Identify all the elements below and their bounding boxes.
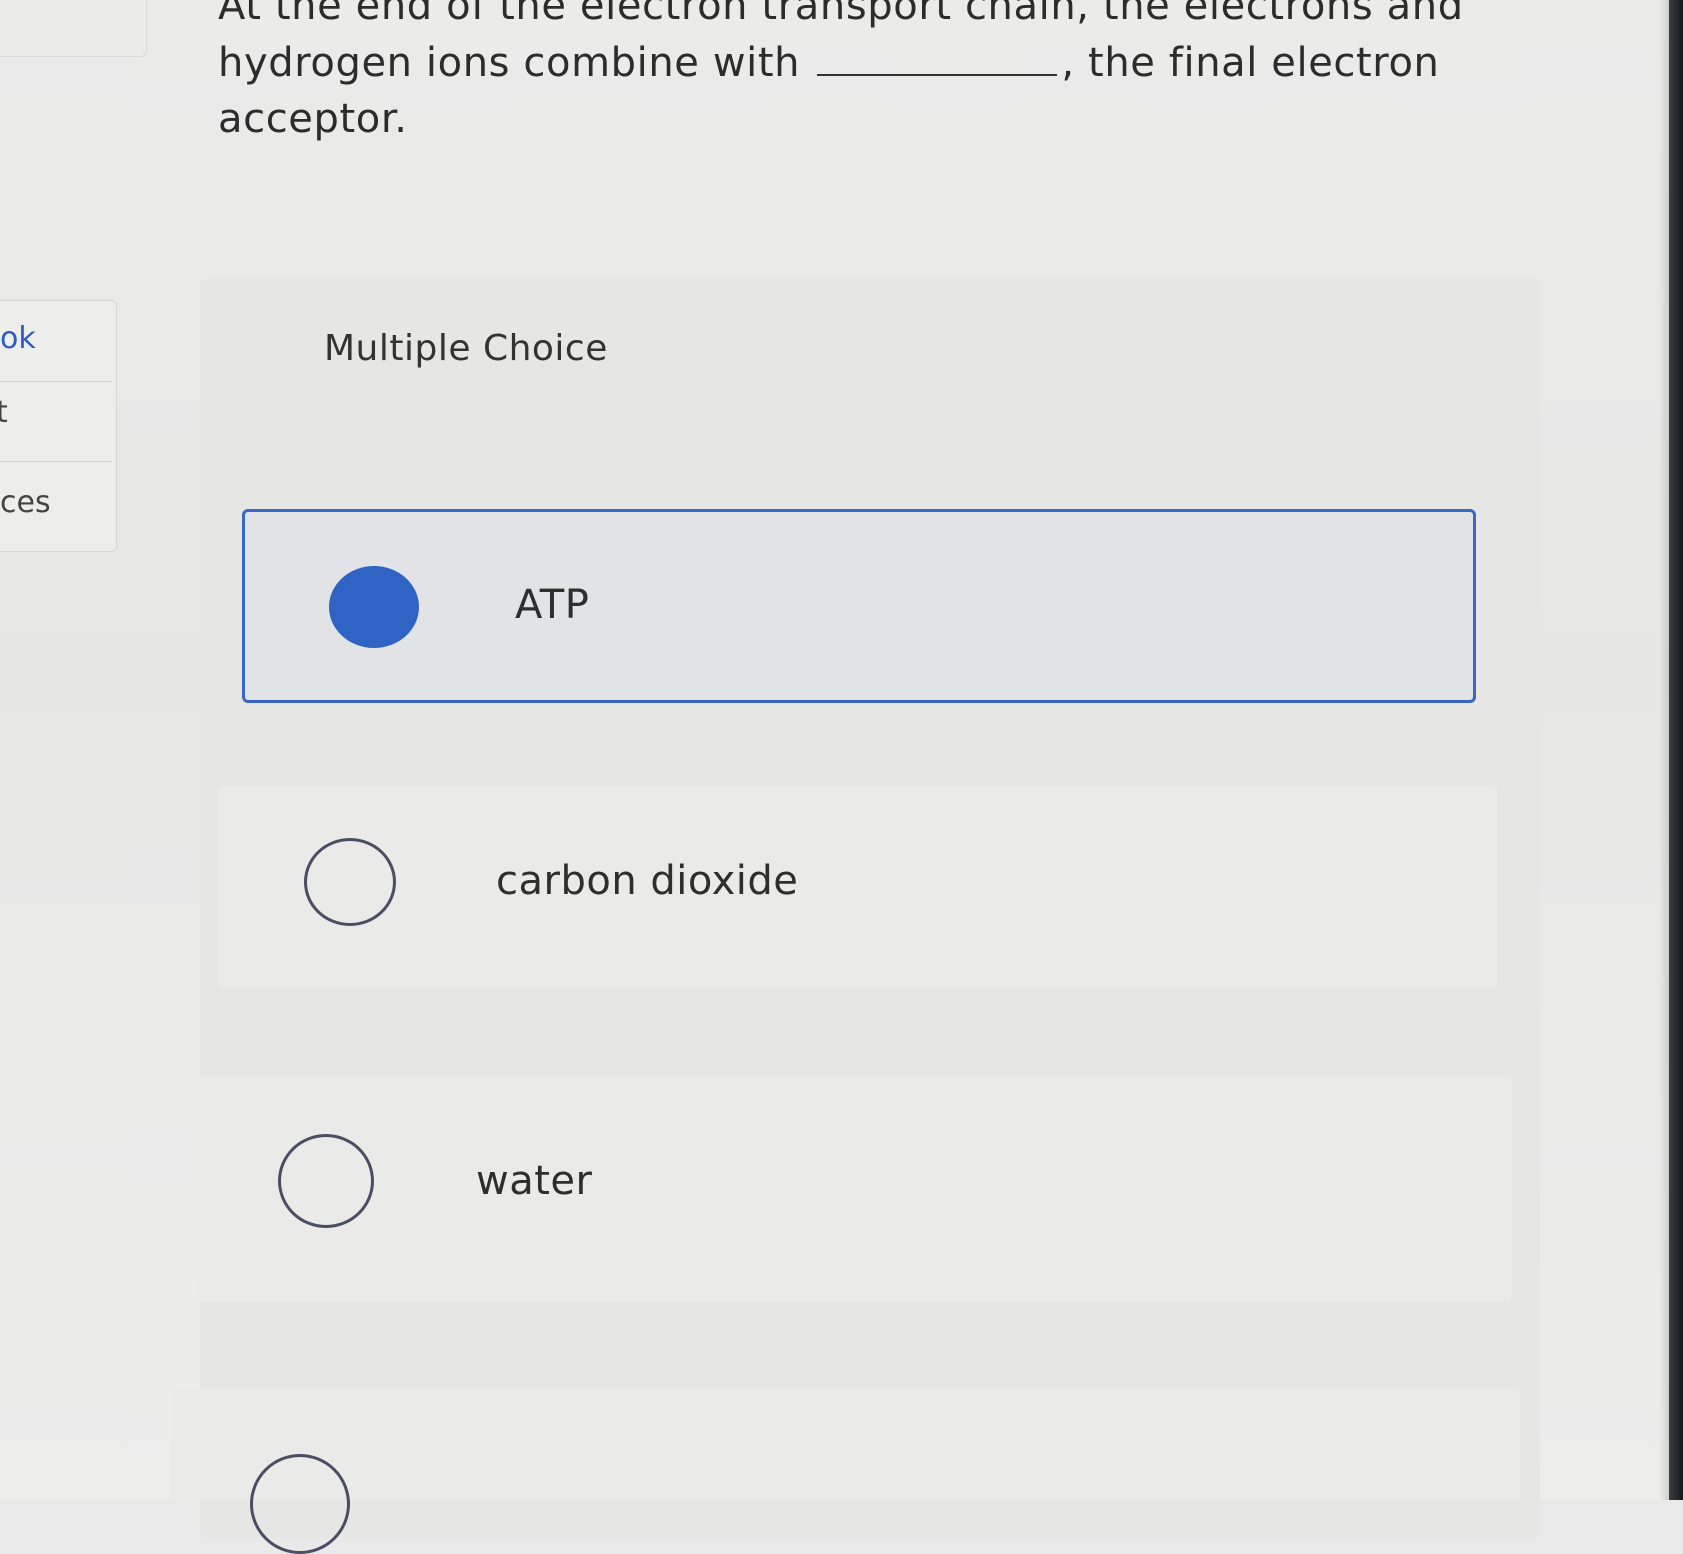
page-background: At the end of the electron transport cha… xyxy=(0,0,1683,1554)
radio-unselected-icon[interactable] xyxy=(250,1454,350,1554)
top-left-panel-fragment xyxy=(0,0,147,57)
question-type-label: Multiple Choice xyxy=(324,328,608,369)
answer-option-atp[interactable]: ATP xyxy=(242,509,1476,703)
screen-edge-shadow xyxy=(1659,0,1669,1500)
radio-unselected-icon[interactable] xyxy=(304,838,396,926)
sidebar-item-references[interactable]: ces xyxy=(0,483,112,523)
sidebar-divider xyxy=(0,461,112,462)
answer-blank xyxy=(817,34,1058,76)
sidebar-divider xyxy=(0,381,112,382)
answer-option-water[interactable]: water xyxy=(196,1076,1512,1302)
answer-option-label: ATP xyxy=(515,582,590,628)
device-bezel xyxy=(1669,0,1683,1500)
answer-option-carbon-dioxide[interactable]: carbon dioxide xyxy=(218,786,1498,988)
sidebar-item-print[interactable]: t xyxy=(0,393,108,433)
sidebar-item-ebook[interactable]: ok xyxy=(0,319,112,359)
radio-unselected-icon[interactable] xyxy=(278,1134,374,1228)
left-sidebar: ok t ces xyxy=(0,300,117,552)
answer-option-label: carbon dioxide xyxy=(496,858,799,904)
answer-option-partial[interactable] xyxy=(170,1388,1520,1554)
radio-selected-icon[interactable] xyxy=(329,566,419,648)
answer-option-label: water xyxy=(476,1158,593,1204)
question-text: At the end of the electron transport cha… xyxy=(218,0,1478,147)
